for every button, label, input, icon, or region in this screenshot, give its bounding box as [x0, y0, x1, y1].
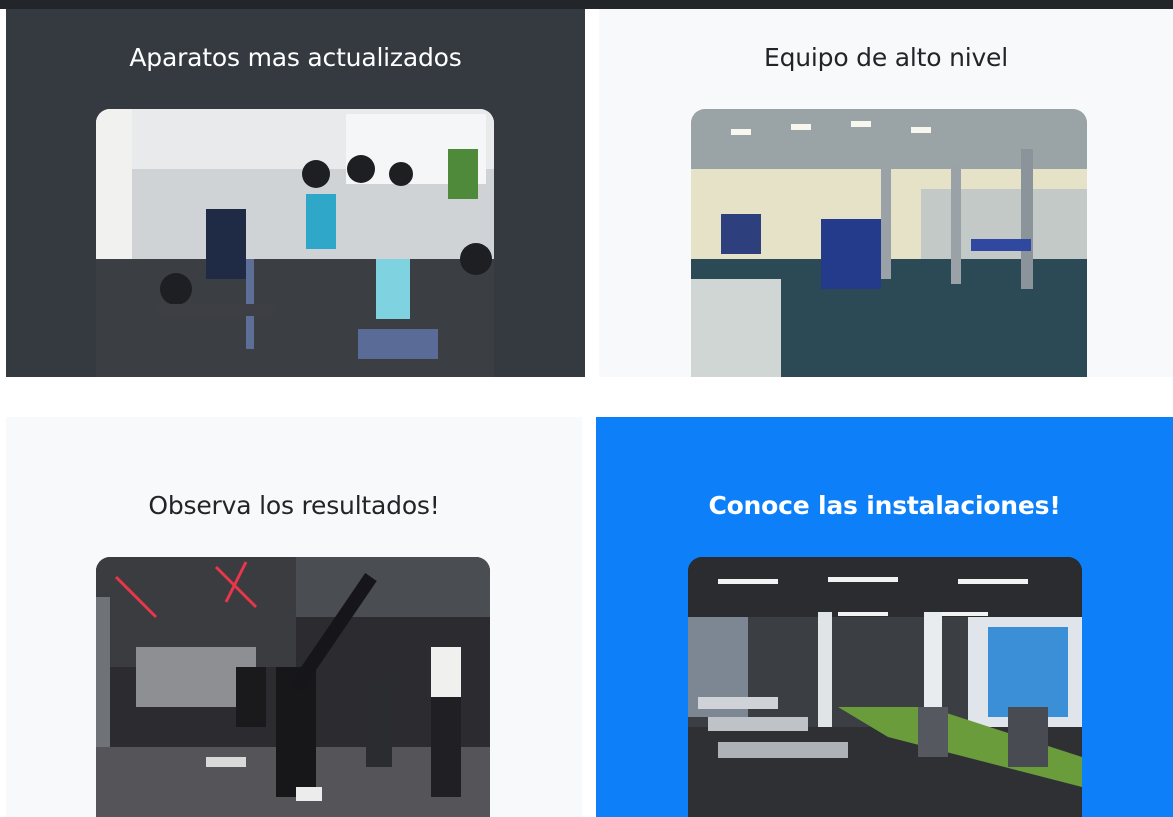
- feature-card-facilities: Conoce las instalaciones!: [596, 417, 1173, 817]
- feature-card-equipment: Aparatos mas actualizados: [6, 9, 585, 377]
- feature-card-results: Observa los resultados!: [6, 417, 582, 817]
- gym-photo-machine-room: [691, 109, 1087, 377]
- card-title: Conoce las instalaciones!: [708, 491, 1061, 520]
- gym-photo-weight-machines: [96, 109, 494, 377]
- gym-photo-training-class: [96, 557, 490, 817]
- feature-card-high-level-team: Equipo de alto nivel: [599, 9, 1173, 377]
- card-title: Aparatos mas actualizados: [129, 43, 462, 72]
- top-navbar-edge: [0, 0, 1173, 9]
- gym-photo-facilities: [688, 557, 1082, 817]
- card-title: Observa los resultados!: [148, 491, 440, 520]
- card-title: Equipo de alto nivel: [764, 43, 1008, 72]
